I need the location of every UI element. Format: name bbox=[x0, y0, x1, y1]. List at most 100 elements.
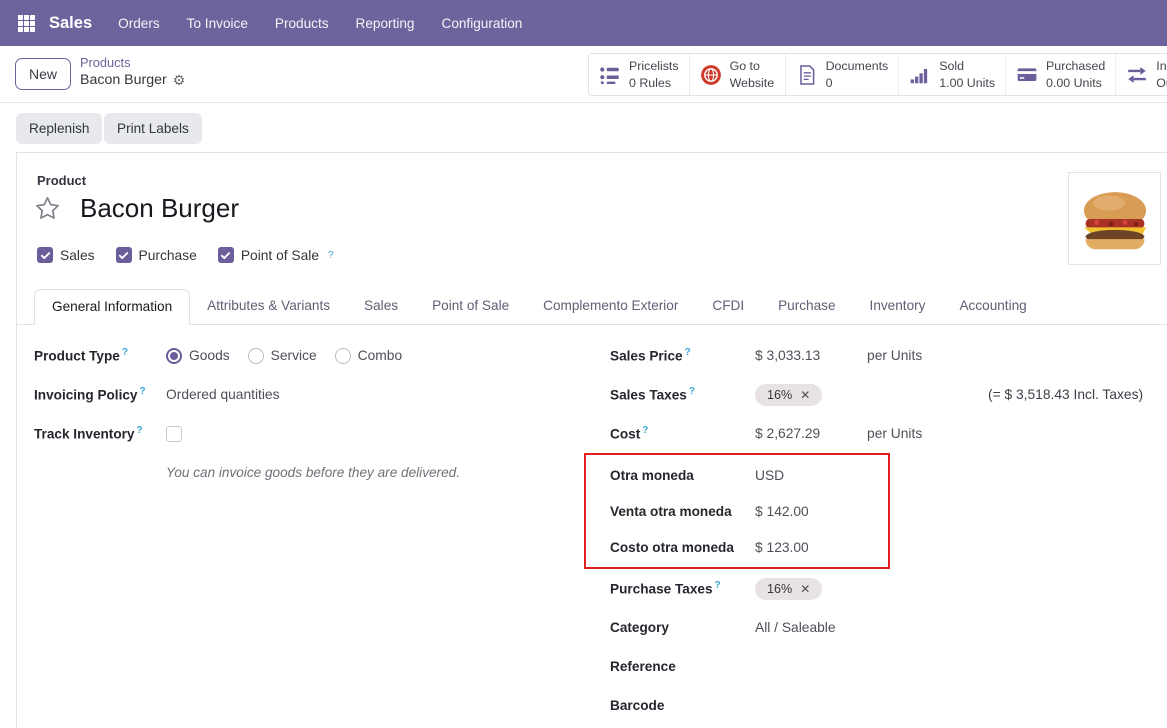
smart-button-value: Website bbox=[730, 76, 775, 90]
flag-label: Sales bbox=[60, 248, 95, 263]
venta-otra-moneda-input[interactable]: $ 142.00 bbox=[755, 504, 809, 519]
product-name-input[interactable]: Bacon Burger bbox=[80, 193, 239, 224]
app-name-sales[interactable]: Sales bbox=[49, 14, 92, 33]
sales-price-field: Sales Price? $ 3,033.13 per Units bbox=[594, 336, 1167, 375]
invoicing-policy-select[interactable]: Ordered quantities bbox=[166, 387, 280, 402]
smart-button-value: Out: 0 bbox=[1156, 76, 1167, 90]
go-to-website-smart-button[interactable]: Go to Website bbox=[690, 54, 786, 95]
nav-item-to-invoice[interactable]: To Invoice bbox=[187, 16, 248, 31]
product-photo[interactable] bbox=[1068, 172, 1161, 265]
costo-otra-moneda-field: Costo otra moneda $ 123.00 bbox=[610, 529, 888, 565]
burger-image bbox=[1073, 177, 1157, 261]
field-label: Otra moneda bbox=[610, 468, 755, 483]
point-of-sale-checkbox[interactable]: Point of Sale ? bbox=[218, 247, 334, 263]
track-inventory-checkbox[interactable] bbox=[166, 426, 182, 442]
smart-button-value: 0 Rules bbox=[629, 76, 671, 90]
tab-purchase[interactable]: Purchase bbox=[761, 289, 852, 324]
favorite-star-icon[interactable] bbox=[34, 195, 61, 225]
remove-tag-icon[interactable]: ✕ bbox=[800, 582, 810, 596]
apps-menu-icon[interactable] bbox=[18, 15, 35, 32]
nav-item-configuration[interactable]: Configuration bbox=[442, 16, 523, 31]
radio-goods[interactable]: Goods bbox=[166, 348, 230, 364]
checked-checkbox-icon bbox=[116, 247, 132, 263]
smart-button-label: Documents bbox=[826, 59, 889, 73]
globe-icon bbox=[700, 64, 722, 86]
print-labels-button[interactable]: Print Labels bbox=[104, 113, 202, 144]
form-sheet: Product Bacon Burger Sales Purchase bbox=[16, 152, 1167, 728]
smart-button-box: Pricelists 0 Rules Go to Website bbox=[588, 53, 1167, 96]
smart-button-value: 0.00 Units bbox=[1046, 76, 1102, 90]
field-label: Costo otra moneda bbox=[610, 540, 755, 555]
help-marker: ? bbox=[140, 386, 146, 397]
status-bar: Replenish Print Labels bbox=[0, 104, 1167, 152]
purchased-smart-button[interactable]: Purchased 0.00 Units bbox=[1006, 54, 1116, 95]
nav-item-orders[interactable]: Orders bbox=[118, 16, 160, 31]
tab-point-of-sale[interactable]: Point of Sale bbox=[415, 289, 526, 324]
costo-otra-moneda-input[interactable]: $ 123.00 bbox=[755, 540, 809, 555]
field-label: Barcode bbox=[610, 698, 755, 713]
flag-label: Purchase bbox=[139, 248, 197, 263]
remove-tag-icon[interactable]: ✕ bbox=[800, 388, 810, 402]
otra-moneda-select[interactable]: USD bbox=[755, 468, 784, 483]
radio-combo[interactable]: Combo bbox=[335, 348, 402, 364]
smart-button-label: Go to bbox=[730, 59, 760, 73]
invoicing-policy-note: You can invoice goods before they are de… bbox=[166, 465, 460, 480]
radio-service[interactable]: Service bbox=[248, 348, 317, 364]
category-select[interactable]: All / Saleable bbox=[755, 620, 836, 635]
tab-accounting[interactable]: Accounting bbox=[942, 289, 1043, 324]
in-out-smart-button[interactable]: In: 0 Out: 0 bbox=[1116, 54, 1167, 95]
tab-attributes-variants[interactable]: Attributes & Variants bbox=[190, 289, 347, 324]
help-marker: ? bbox=[328, 250, 334, 261]
nav-item-products[interactable]: Products bbox=[275, 16, 329, 31]
sales-price-input[interactable]: $ 3,033.13 bbox=[755, 348, 867, 363]
radio-selected-icon bbox=[166, 348, 182, 364]
radio-label: Service bbox=[271, 348, 317, 363]
pricelist-list-icon bbox=[599, 64, 621, 86]
smart-button-value: 0 bbox=[826, 76, 833, 90]
pricelists-smart-button[interactable]: Pricelists 0 Rules bbox=[589, 54, 690, 95]
tab-inventory[interactable]: Inventory bbox=[853, 289, 943, 324]
replenish-button[interactable]: Replenish bbox=[16, 113, 102, 144]
tab-general-information[interactable]: General Information bbox=[34, 289, 190, 325]
tax-tag-label: 16% bbox=[767, 388, 792, 402]
documents-smart-button[interactable]: Documents 0 bbox=[786, 54, 900, 95]
cost-uom: per Units bbox=[867, 426, 922, 441]
availability-flags: Sales Purchase Point of Sale ? bbox=[37, 247, 334, 263]
breadcrumb-current-record: Bacon Burger bbox=[80, 71, 167, 90]
control-panel: New Products Bacon Burger ⚙ Pricelists 0… bbox=[0, 46, 1167, 103]
field-label: Cost? bbox=[610, 425, 755, 442]
smart-button-label: Sold bbox=[939, 59, 964, 73]
sales-checkbox[interactable]: Sales bbox=[37, 247, 95, 263]
venta-otra-moneda-field: Venta otra moneda $ 142.00 bbox=[610, 493, 888, 529]
purchase-taxes-field: Purchase Taxes? 16% ✕ bbox=[594, 569, 1167, 608]
purchase-tax-tag[interactable]: 16% ✕ bbox=[755, 578, 822, 600]
form-right-column: Sales Price? $ 3,033.13 per Units Sales … bbox=[594, 325, 1167, 725]
checked-checkbox-icon bbox=[218, 247, 234, 263]
help-marker: ? bbox=[122, 347, 128, 358]
barcode-field: Barcode bbox=[594, 686, 1167, 725]
help-marker: ? bbox=[715, 580, 721, 591]
gear-icon[interactable]: ⚙ bbox=[173, 71, 186, 90]
product-kind-label: Product bbox=[37, 173, 86, 188]
new-button[interactable]: New bbox=[15, 58, 71, 90]
tab-complemento-exterior[interactable]: Complemento Exterior bbox=[526, 289, 695, 324]
help-marker: ? bbox=[137, 425, 143, 436]
sold-smart-button[interactable]: Sold 1.00 Units bbox=[899, 54, 1006, 95]
help-marker: ? bbox=[685, 347, 691, 358]
field-label: Product Type? bbox=[34, 347, 166, 364]
flag-label: Point of Sale bbox=[241, 248, 319, 263]
cost-input[interactable]: $ 2,627.29 bbox=[755, 426, 867, 441]
tab-cfdi[interactable]: CFDI bbox=[695, 289, 761, 324]
breadcrumb-parent-products[interactable]: Products bbox=[80, 54, 185, 71]
nav-item-reporting[interactable]: Reporting bbox=[356, 16, 415, 31]
invoicing-policy-field: Invoicing Policy? Ordered quantities bbox=[34, 375, 594, 414]
field-label: Purchase Taxes? bbox=[610, 580, 755, 597]
field-label: Sales Taxes? bbox=[610, 386, 755, 403]
form-left-column: Product Type? Goods Service bbox=[17, 325, 594, 725]
purchase-checkbox[interactable]: Purchase bbox=[116, 247, 197, 263]
sales-tax-tags[interactable]: 16% ✕ bbox=[755, 384, 988, 406]
checked-checkbox-icon bbox=[37, 247, 53, 263]
tax-tag-label: 16% bbox=[767, 582, 792, 596]
help-marker: ? bbox=[689, 386, 695, 397]
tab-sales[interactable]: Sales bbox=[347, 289, 415, 324]
